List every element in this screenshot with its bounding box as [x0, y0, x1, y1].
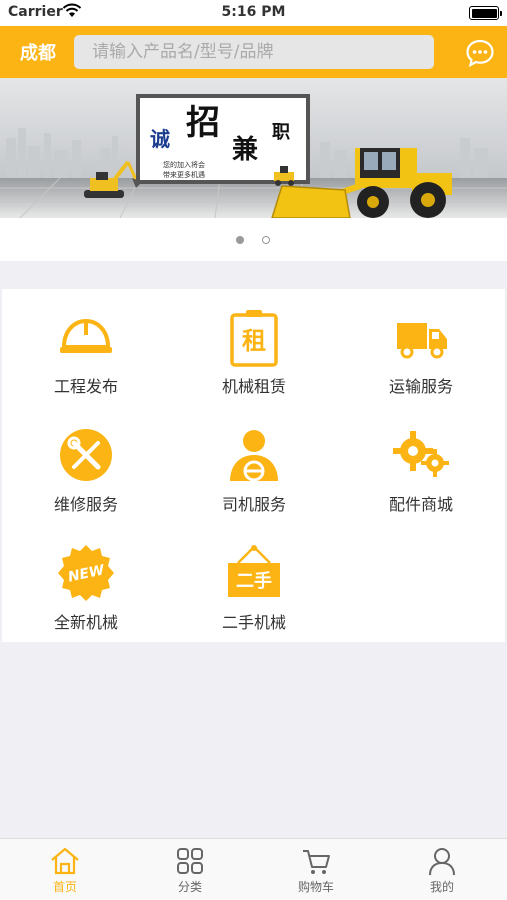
service-label: 配件商城 — [388, 495, 453, 514]
banner-headline-4: 职 — [272, 122, 290, 143]
tab-label: 我的 — [429, 880, 454, 894]
rent-sign-text: 租 — [242, 327, 266, 355]
new-badge-icon: NEW — [58, 545, 114, 601]
user-icon — [429, 848, 455, 876]
status-bar: Carrier 5:16 PM — [0, 0, 507, 26]
secondhand-sign-text: 二手 — [236, 570, 272, 592]
banner-sub-1: 您的加入将会 — [163, 160, 205, 169]
bottom-tab-bar: 首页 分类 购物车 我的 — [0, 838, 507, 900]
service-label: 机械租赁 — [221, 377, 286, 396]
wrench-screwdriver-icon — [60, 429, 112, 481]
grid-icon — [177, 848, 203, 874]
hardhat-icon — [60, 318, 112, 353]
service-label: 二手机械 — [221, 613, 286, 632]
service-label: 工程发布 — [53, 377, 118, 396]
tab-label: 分类 — [177, 880, 202, 894]
service-grid: 工程发布 租 机械租赁 运输服务 维修服务 司机服务 配件商城 NEW 全新机械… — [2, 289, 505, 642]
banner-image: 诚 招 兼 职 您的加入将会 带来更多机遇 — [0, 78, 507, 218]
city-selector[interactable]: 成都 — [20, 39, 56, 65]
service-repair[interactable]: 维修服务 — [2, 415, 170, 533]
tab-cart[interactable]: 购物车 — [253, 839, 379, 900]
banner-headline-3: 兼 — [232, 134, 258, 165]
truck-icon — [397, 323, 447, 359]
tab-category[interactable]: 分类 — [127, 839, 253, 900]
banner-pagination — [0, 236, 507, 248]
driver-icon — [230, 430, 278, 482]
tab-label: 购物车 — [297, 880, 334, 894]
service-label: 全新机械 — [53, 613, 118, 632]
service-project-publish[interactable]: 工程发布 — [2, 297, 170, 415]
banner-headline-2: 招 — [186, 103, 220, 143]
tab-profile[interactable]: 我的 — [379, 839, 505, 900]
search-input[interactable] — [74, 35, 434, 69]
service-new-machines[interactable]: NEW 全新机械 — [2, 533, 170, 651]
battery-icon — [469, 6, 502, 20]
service-driver[interactable]: 司机服务 — [170, 415, 338, 533]
clock-label: 5:16 PM — [221, 4, 286, 20]
page-dot[interactable] — [262, 236, 270, 244]
home-icon — [51, 847, 79, 875]
tab-home[interactable]: 首页 — [2, 839, 128, 900]
promo-banner[interactable]: 诚 招 兼 职 您的加入将会 带来更多机遇 — [0, 78, 507, 261]
gears-icon — [393, 431, 449, 477]
service-label: 司机服务 — [221, 495, 286, 514]
service-label: 维修服务 — [53, 495, 118, 514]
chat-bubble-icon[interactable] — [465, 38, 495, 68]
service-machine-rental[interactable]: 租 机械租赁 — [170, 297, 338, 415]
banner-sub-2: 带来更多机遇 — [163, 170, 205, 179]
banner-headline-1: 诚 — [150, 127, 170, 151]
service-used-machines[interactable]: 二手 二手机械 — [170, 533, 338, 651]
cart-icon — [303, 850, 330, 874]
service-transport[interactable]: 运输服务 — [337, 297, 505, 415]
top-header: 成都 — [0, 26, 507, 78]
service-label: 运输服务 — [388, 377, 453, 396]
tab-label: 首页 — [52, 880, 77, 894]
service-parts-mall[interactable]: 配件商城 — [337, 415, 505, 533]
page-dot-active[interactable] — [236, 236, 244, 244]
secondhand-sign-icon: 二手 — [228, 545, 280, 597]
rent-sign-icon: 租 — [230, 310, 278, 367]
